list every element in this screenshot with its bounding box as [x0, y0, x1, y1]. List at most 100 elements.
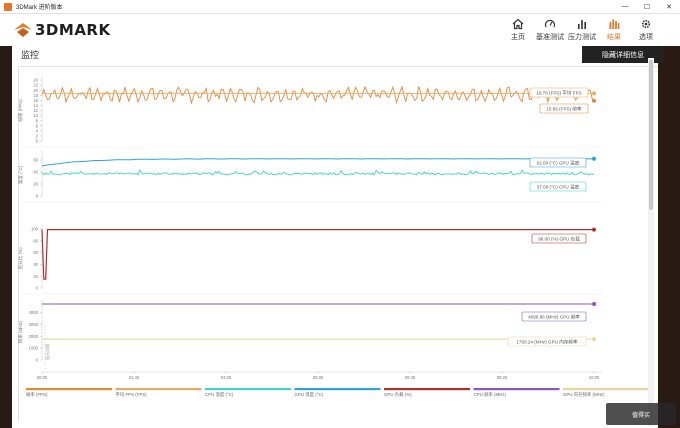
- y-tick-label: 2: [36, 134, 39, 139]
- legend-label: 平均 FPS (FPS): [116, 391, 148, 398]
- x-tick-label: 03:20: [221, 375, 232, 380]
- legend-label: GPU 温度 (°C): [295, 391, 324, 398]
- legend-swatch: [115, 388, 202, 391]
- y-tick-label: 20: [33, 88, 38, 93]
- gpu-mem-clock-end-marker: [592, 337, 596, 342]
- callout-avg-fps: 18.76 (FPS) 平均 FPS: [536, 90, 581, 97]
- legend-swatch: [205, 388, 291, 391]
- gpu-load-end-marker: [592, 227, 596, 232]
- y-tick-label: 12: [33, 108, 38, 113]
- callout-gpu-mem-clock: 1750.24 (MHz) GPU 内存频率: [516, 339, 578, 346]
- legend-swatch: [473, 388, 560, 391]
- y-tick-label: 22: [33, 83, 38, 88]
- legend-swatch: [563, 388, 648, 391]
- legend-label: CPU 温度 (°C): [205, 391, 234, 398]
- nav-benchmark[interactable]: 基准测试: [534, 16, 566, 42]
- nav-stress-label: 压力测试: [568, 34, 596, 41]
- bars-icon: [578, 20, 586, 29]
- callout-fps: 15.85 (FPS) 帧率: [546, 106, 582, 113]
- gpu-temp-end-marker: [592, 156, 596, 161]
- y-tick-label: 0: [36, 194, 39, 199]
- legend-label: 帧率 (FPS): [26, 391, 48, 398]
- y-tick-label: 80: [33, 238, 38, 243]
- monitoring-chart: 024681012141618202224帧率 (FPS)0204060温度 (…: [17, 76, 648, 398]
- y-axis-label: 百分比 (%): [17, 247, 24, 270]
- nav-stress[interactable]: 压力测试: [566, 16, 598, 42]
- legend-swatch: [26, 388, 112, 391]
- y-tick-label: 100: [31, 227, 39, 232]
- legend-label: CPU 频率 (MHz): [474, 391, 507, 398]
- nav-options-label: 选项: [639, 34, 653, 41]
- gpu-load-line: [41, 229, 594, 280]
- y-tick-label: 10: [33, 113, 38, 118]
- y-tick-label: 40: [33, 262, 38, 267]
- gauge-icon: [544, 19, 556, 28]
- callout-cpu-temp: 37.00 (°C) CPU 温度: [537, 184, 580, 191]
- cpu-clock-end-marker: [592, 302, 596, 307]
- avg-fps-end-marker: [592, 91, 596, 96]
- scrollbar-thumb[interactable]: [649, 60, 653, 210]
- cpu-temp-line: [41, 168, 595, 176]
- y-axis-label: 帧率 (FPS): [17, 99, 24, 122]
- callout-cpu-clock: 4698.86 (MHz) CPU 频率: [528, 314, 580, 321]
- brand-name: 3DMARK: [35, 21, 111, 39]
- app-icon: [4, 2, 12, 11]
- detail-marker-label: 显示详情: [44, 344, 50, 360]
- home-icon: [512, 18, 524, 30]
- y-tick-label: 8: [36, 118, 39, 123]
- y-tick-label: 4: [36, 128, 39, 133]
- x-tick-label: 00:00: [37, 375, 48, 380]
- fps-line: [41, 85, 595, 105]
- results-icon: [609, 19, 620, 29]
- nav-home-label: 主页: [511, 34, 525, 41]
- nav-results[interactable]: 结果: [598, 16, 630, 42]
- app-header: 3DMARK 主页 基准测试 压力测试 结果 选项: [0, 14, 680, 46]
- nav-options[interactable]: 选项: [630, 16, 662, 42]
- maximize-button[interactable]: ☐: [636, 0, 658, 14]
- y-tick-label: 2000: [29, 334, 39, 339]
- main-nav: 主页 基准测试 压力测试 结果 选项: [502, 16, 662, 42]
- y-tick-label: 0: [36, 358, 39, 363]
- y-axis-label: 频率 (MHz): [17, 320, 24, 343]
- y-tick-label: 40: [33, 170, 38, 175]
- legend-swatch: [384, 388, 470, 391]
- legend-label: GPU 内存频率 (MHz): [563, 391, 605, 398]
- y-axis-label: 温度 (°C): [17, 165, 24, 184]
- legend-label: GPU 负载 (%): [384, 391, 412, 398]
- brand-logo-icon: [14, 23, 32, 37]
- y-tick-label: 60: [33, 250, 38, 255]
- y-tick-label: 20: [33, 274, 38, 279]
- callout-gpu-load: 99.00 (%) GPU 负载: [538, 236, 580, 243]
- legend-swatch: [294, 388, 381, 391]
- y-tick-label: 0: [36, 286, 39, 291]
- window-title: 3DMark 进阶版本: [16, 5, 63, 11]
- y-tick-label: 1000: [29, 346, 39, 351]
- y-tick-label: 24: [33, 78, 38, 83]
- nav-benchmark-label: 基准测试: [536, 34, 564, 41]
- title-bar: 3DMark 进阶版本 — ☐ ✕: [0, 0, 680, 14]
- close-button[interactable]: ✕: [658, 0, 680, 14]
- y-tick-label: 14: [33, 103, 38, 108]
- minimize-button[interactable]: —: [614, 0, 636, 14]
- y-tick-label: 20: [33, 182, 38, 187]
- y-tick-label: 4000: [29, 310, 39, 315]
- x-tick-label: 06:40: [405, 375, 416, 380]
- x-tick-label: 01:40: [129, 375, 140, 380]
- y-tick-label: 18: [33, 93, 38, 98]
- fps-end-marker: [592, 98, 596, 103]
- x-tick-label: 10:00: [589, 375, 600, 380]
- y-tick-label: 3000: [29, 322, 39, 327]
- gear-icon: [641, 19, 651, 29]
- nav-results-label: 结果: [607, 34, 621, 41]
- gpu-temp-line: [41, 158, 594, 167]
- y-tick-label: 16: [33, 98, 38, 103]
- brand-logo[interactable]: 3DMARK: [14, 21, 111, 39]
- y-tick-label: 0: [36, 139, 39, 144]
- callout-gpu-temp: 62.00 (°C) GPU 温度: [537, 160, 580, 167]
- y-tick-label: 60: [33, 158, 38, 163]
- nav-home[interactable]: 主页: [502, 16, 534, 42]
- x-tick-label: 08:20: [497, 375, 508, 380]
- watermark-badge: 值得买: [606, 403, 676, 425]
- x-tick-label: 05:00: [313, 375, 324, 380]
- y-tick-label: 6: [36, 123, 39, 128]
